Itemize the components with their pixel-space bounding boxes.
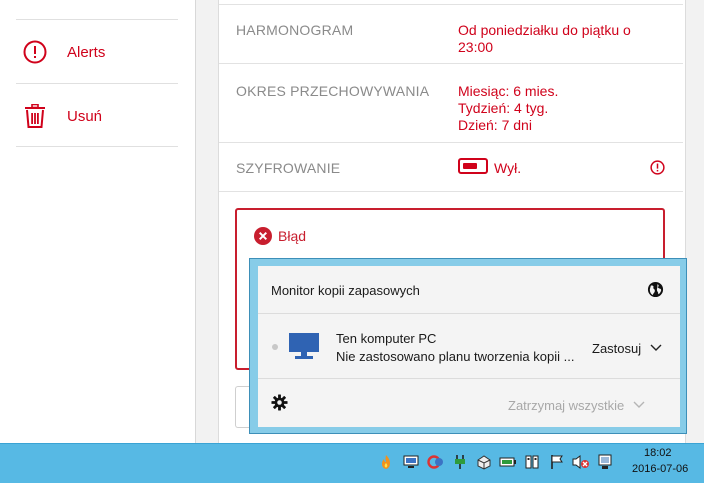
retention-label: OKRES PRZECHOWYWANIA xyxy=(236,83,430,99)
row-divider xyxy=(219,191,683,192)
schedule-value-line: Od poniedziałku do piątku o xyxy=(458,22,631,38)
sidebar-item-delete[interactable]: Usuń xyxy=(16,85,178,147)
pause-all-label: Zatrzymaj wszystkie xyxy=(508,397,625,413)
schedule-label: HARMONOGRAM xyxy=(236,22,354,38)
sidebar-item-label: Usuń xyxy=(67,107,103,125)
chevron-down-icon xyxy=(650,344,662,352)
cloud-backup-icon[interactable] xyxy=(475,453,493,471)
sidebar-divider xyxy=(16,19,178,20)
retention-value[interactable]: Miesiąc: 6 mies. Tydzień: 4 tyg. Dzień: … xyxy=(458,83,558,134)
battery-icon[interactable] xyxy=(499,453,517,471)
sidebar-divider xyxy=(16,146,178,147)
plug-icon[interactable] xyxy=(451,453,469,471)
retention-daily: Dzień: 7 dni xyxy=(458,117,532,133)
volume-muted-icon[interactable] xyxy=(572,453,590,471)
encryption-state: Wył. xyxy=(494,160,522,176)
error-icon xyxy=(254,227,272,245)
action-center-flag-icon[interactable] xyxy=(548,453,566,471)
encryption-label: SZYFROWANIE xyxy=(236,160,341,176)
retention-monthly: Miesiąc: 6 mies. xyxy=(458,83,559,99)
sidebar-item-label: Alerts xyxy=(67,43,106,61)
panel-gutter xyxy=(196,0,218,443)
apply-dropdown[interactable]: Zastosuj xyxy=(592,339,662,357)
row-divider xyxy=(219,63,683,64)
row-divider xyxy=(219,4,683,5)
panel-gutter-right xyxy=(684,0,704,443)
sidebar-item-alerts[interactable]: Alerts xyxy=(16,21,178,83)
trash-icon xyxy=(22,103,48,129)
network-monitor-icon[interactable] xyxy=(402,453,420,471)
sync-icon[interactable] xyxy=(427,453,445,471)
chevron-down-icon xyxy=(633,401,645,409)
status-dot xyxy=(272,344,278,350)
flame-icon[interactable] xyxy=(377,453,395,471)
schedule-value[interactable]: Od poniedziałku do piątku o 23:00 xyxy=(458,22,631,56)
gear-icon[interactable] xyxy=(271,394,289,412)
popup-divider xyxy=(258,378,680,379)
info-icon[interactable] xyxy=(650,160,666,176)
toggle-knob xyxy=(463,163,477,169)
row-divider xyxy=(219,142,683,143)
computer-status: Nie zastosowano planu tworzenia kopii ..… xyxy=(336,349,575,364)
alert-circle-icon xyxy=(22,39,48,65)
popup-divider xyxy=(258,313,680,314)
apply-label: Zastosuj xyxy=(592,340,642,356)
clock-time[interactable]: 18:02 xyxy=(644,447,672,459)
schedule-value-line: 23:00 xyxy=(458,39,494,55)
device-icon[interactable] xyxy=(523,453,541,471)
network-icon[interactable] xyxy=(596,453,614,471)
pause-all-dropdown[interactable]: Zatrzymaj wszystkie xyxy=(508,396,645,414)
globe-icon[interactable] xyxy=(647,281,665,299)
encryption-toggle[interactable] xyxy=(458,158,488,174)
computer-name: Ten komputer PC xyxy=(336,331,437,346)
clock-date[interactable]: 2016-07-06 xyxy=(632,463,688,475)
error-title: Błąd xyxy=(278,228,307,244)
popup-title: Monitor kopii zapasowych xyxy=(271,283,420,298)
retention-weekly: Tydzień: 4 tyg. xyxy=(458,100,549,116)
computer-icon xyxy=(288,332,320,360)
sidebar-divider xyxy=(16,83,178,84)
